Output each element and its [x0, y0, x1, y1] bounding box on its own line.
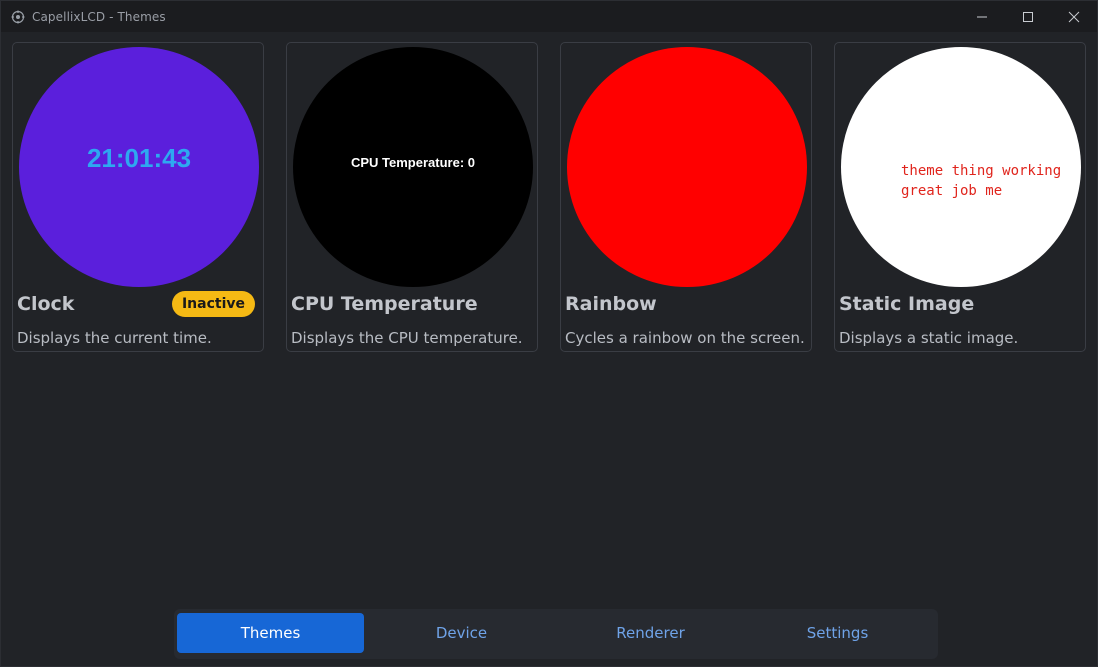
theme-preview-clock: 21:01:43	[19, 47, 259, 287]
maximize-button[interactable]	[1005, 1, 1051, 32]
theme-preview-static-image: theme thing working great job me	[841, 47, 1081, 287]
status-badge: Inactive	[171, 291, 255, 317]
tab-settings[interactable]: Settings	[744, 613, 931, 653]
close-icon	[1068, 11, 1080, 22]
preview-static-line: theme thing working	[901, 163, 1062, 179]
theme-card-static-image[interactable]: theme thing working great job me Static …	[834, 42, 1086, 352]
theme-description: Displays the CPU temperature.	[291, 329, 523, 347]
tab-renderer[interactable]: Renderer	[557, 613, 744, 653]
minimize-icon	[977, 16, 987, 17]
theme-card-cpu-temperature[interactable]: CPU Temperature: 0 CPU Temperature Displ…	[286, 42, 538, 352]
window-title: CapellixLCD - Themes	[32, 9, 166, 24]
minimize-button[interactable]	[959, 1, 1005, 32]
preview-static-line: great job me	[901, 183, 1003, 199]
preview-static-text: theme thing working great job me	[901, 161, 1061, 201]
app-icon	[11, 10, 25, 24]
maximize-icon	[1023, 11, 1033, 22]
bottom-nav: Themes Device Renderer Settings	[174, 609, 938, 659]
theme-description: Displays the current time.	[17, 329, 212, 347]
theme-title: CPU Temperature	[291, 293, 478, 315]
theme-title: Rainbow	[565, 293, 657, 315]
theme-preview-rainbow	[567, 47, 807, 287]
window-controls	[959, 1, 1097, 32]
theme-description: Displays a static image.	[839, 329, 1019, 347]
theme-card-clock[interactable]: 21:01:43 Clock Inactive Displays the cur…	[12, 42, 264, 352]
theme-description: Cycles a rainbow on the screen.	[565, 329, 805, 347]
theme-card-rainbow[interactable]: Rainbow Cycles a rainbow on the screen.	[560, 42, 812, 352]
close-button[interactable]	[1051, 1, 1097, 32]
tab-device[interactable]: Device	[368, 613, 555, 653]
theme-preview-cpu-temperature: CPU Temperature: 0	[293, 47, 533, 287]
theme-title: Clock	[17, 293, 75, 315]
theme-title: Static Image	[839, 293, 975, 315]
title-bar[interactable]: CapellixLCD - Themes	[1, 1, 1097, 32]
tab-themes[interactable]: Themes	[177, 613, 364, 653]
preview-clock-time: 21:01:43	[86, 142, 192, 173]
app-window: CapellixLCD - Themes 21:01:43 Clock Inac…	[0, 0, 1098, 667]
preview-cpu-text: CPU Temperature: 0	[350, 154, 475, 170]
